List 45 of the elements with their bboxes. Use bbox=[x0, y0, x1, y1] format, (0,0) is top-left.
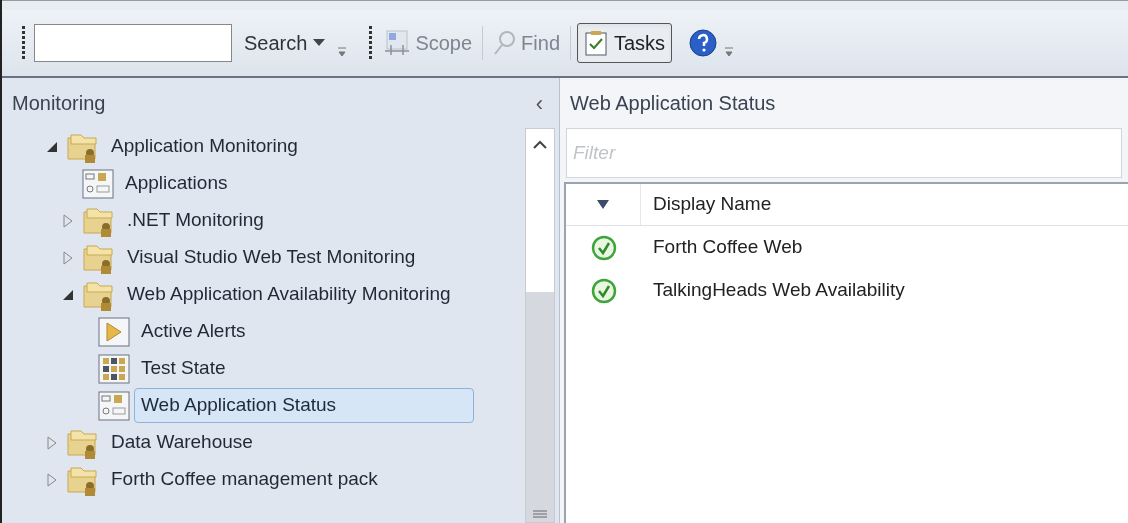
scroll-thumb[interactable] bbox=[526, 292, 554, 522]
filter-field[interactable]: Filter bbox=[566, 128, 1122, 178]
pane-title: Web Application Status bbox=[570, 91, 776, 116]
collapsed-arrow-icon[interactable] bbox=[47, 472, 57, 487]
collapse-button[interactable]: ‹ bbox=[529, 86, 549, 120]
tree-item[interactable]: Active Alerts bbox=[134, 314, 253, 349]
collapsed-arrow-icon[interactable] bbox=[63, 250, 73, 265]
tree-item[interactable]: .NET Monitoring bbox=[120, 203, 271, 238]
check-circle-icon bbox=[590, 234, 617, 261]
tree-item[interactable]: Web Application Availability Monitoring bbox=[120, 277, 458, 312]
help-icon[interactable] bbox=[688, 28, 719, 58]
tree-item[interactable]: Data Warehouse bbox=[104, 425, 260, 460]
dropdown-caret-icon bbox=[313, 39, 326, 47]
expanded-arrow-icon[interactable] bbox=[62, 288, 74, 301]
table-cell-text: TalkingHeads Web Availability bbox=[652, 278, 905, 303]
search-field[interactable] bbox=[34, 24, 232, 62]
scrollbar[interactable] bbox=[525, 128, 555, 523]
tree-item[interactable]: Test State bbox=[134, 351, 233, 386]
scope-icon bbox=[383, 29, 412, 57]
pane-title: Monitoring bbox=[12, 91, 106, 116]
column-header[interactable]: Display Name bbox=[641, 190, 772, 219]
tree-item[interactable]: Visual Studio Web Test Monitoring bbox=[120, 240, 423, 275]
tree-item[interactable]: Forth Coffee management pack bbox=[104, 462, 385, 497]
tree-item[interactable]: Application Monitoring bbox=[104, 129, 305, 164]
grip-lines-icon bbox=[533, 510, 547, 518]
state-view-icon bbox=[98, 390, 130, 421]
collapsed-arrow-icon[interactable] bbox=[63, 213, 73, 228]
tree-item[interactable]: Applications bbox=[118, 166, 235, 201]
grid-view-icon bbox=[98, 353, 130, 384]
grip-icon[interactable] bbox=[369, 26, 374, 60]
table-cell-text: Forth Coffee Web bbox=[652, 235, 803, 260]
checklist-icon bbox=[584, 30, 608, 56]
sort-arrow-icon[interactable] bbox=[597, 199, 609, 210]
state-view-icon bbox=[82, 168, 114, 199]
tasks-button[interactable]: Tasks bbox=[577, 23, 673, 63]
grip-icon[interactable] bbox=[22, 26, 26, 60]
expanded-arrow-icon[interactable] bbox=[46, 140, 58, 153]
search-icon bbox=[493, 29, 518, 57]
search-button[interactable]: Search bbox=[238, 28, 332, 58]
overflow-chevron-icon[interactable] bbox=[337, 45, 348, 57]
collapsed-arrow-icon[interactable] bbox=[47, 435, 57, 450]
check-circle-icon bbox=[590, 277, 617, 304]
tree-item[interactable]: Web Application Status bbox=[134, 388, 474, 423]
overflow-chevron-icon[interactable] bbox=[724, 45, 735, 57]
alert-view-icon bbox=[98, 316, 130, 347]
